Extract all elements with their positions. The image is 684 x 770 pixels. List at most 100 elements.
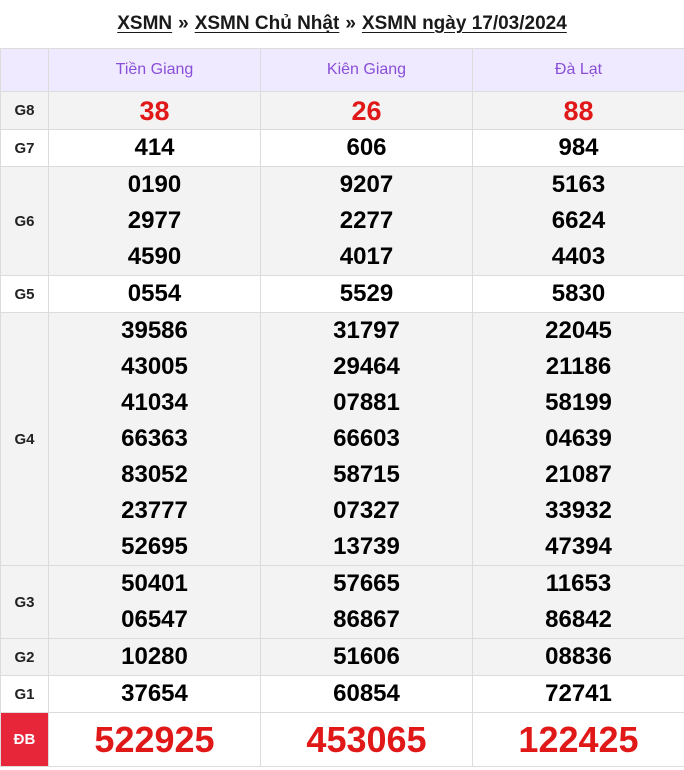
province-header-row: Tiền Giang Kiên Giang Đà Lạt xyxy=(0,48,684,92)
province-header-da-lat[interactable]: Đà Lạt xyxy=(472,48,684,92)
prize-cell: 606 xyxy=(260,129,473,167)
prize-number: 04639 xyxy=(545,425,612,452)
prize-cell: 50401 06547 xyxy=(48,565,261,639)
prize-number: 21087 xyxy=(545,461,612,488)
prize-number: 08836 xyxy=(545,643,612,670)
prize-number: 5830 xyxy=(551,280,606,307)
prize-number: 122425 xyxy=(518,718,639,760)
prize-number: 51606 xyxy=(333,643,400,670)
prize-cell: 57665 86867 xyxy=(260,565,473,639)
prize-row: ĐB 522925 453065 122425 xyxy=(0,712,684,767)
prize-cell: 522925 xyxy=(48,712,261,767)
breadcrumb-link-xsmn-chu-nhat[interactable]: XSMN Chủ Nhật xyxy=(195,13,340,35)
prize-number: 4590 xyxy=(127,243,182,270)
prize-cell: 11653 86842 xyxy=(472,565,684,639)
prize-number: 41034 xyxy=(121,389,188,416)
prize-number: 414 xyxy=(134,134,175,161)
province-header-tien-giang[interactable]: Tiền Giang xyxy=(48,48,261,92)
prize-number: 50401 xyxy=(121,570,188,597)
prize-cell: 984 xyxy=(472,129,684,167)
prize-number: 58715 xyxy=(333,461,400,488)
prize-number: 29464 xyxy=(333,353,400,380)
prize-cell: 26 xyxy=(260,91,473,130)
prize-row: G7 414 606 984 xyxy=(0,129,684,167)
prize-label: G3 xyxy=(0,565,49,639)
prize-row: G1 37654 60854 72741 xyxy=(0,675,684,713)
prize-number: 22045 xyxy=(545,317,612,344)
prize-number: 26 xyxy=(351,95,382,126)
prize-number: 83052 xyxy=(121,461,188,488)
prize-label: G1 xyxy=(0,675,49,713)
breadcrumb-separator: » xyxy=(345,13,356,34)
prize-cell: 5163 6624 4403 xyxy=(472,166,684,276)
prize-number: 2977 xyxy=(127,207,182,234)
prize-number: 66603 xyxy=(333,425,400,452)
prize-cell: 08836 xyxy=(472,638,684,676)
prize-number: 58199 xyxy=(545,389,612,416)
prize-number: 38 xyxy=(139,95,170,126)
prize-number: 72741 xyxy=(545,680,612,707)
breadcrumb-link-xsmn-date[interactable]: XSMN ngày 17/03/2024 xyxy=(362,13,567,35)
prize-label: ĐB xyxy=(0,712,49,767)
prize-cell: 88 xyxy=(472,91,684,130)
prize-number: 0190 xyxy=(127,171,182,198)
prize-number: 606 xyxy=(346,134,387,161)
prize-number: 31797 xyxy=(333,317,400,344)
prize-label: G8 xyxy=(0,91,49,130)
prize-number: 2277 xyxy=(339,207,394,234)
prize-cell: 31797 29464 07881 66603 58715 07327 13739 xyxy=(260,312,473,566)
prize-cell: 414 xyxy=(48,129,261,167)
prize-number: 47394 xyxy=(545,533,612,560)
prize-number: 453065 xyxy=(306,718,427,760)
prize-cell: 0190 2977 4590 xyxy=(48,166,261,276)
prize-number: 11653 xyxy=(545,570,612,597)
header-corner-cell xyxy=(0,48,49,92)
prize-row: G2 10280 51606 08836 xyxy=(0,638,684,676)
prize-cell: 22045 21186 58199 04639 21087 33932 47394 xyxy=(472,312,684,566)
breadcrumb-link-xsmn[interactable]: XSMN xyxy=(117,13,172,35)
prize-number: 37654 xyxy=(121,680,188,707)
prize-number: 9207 xyxy=(339,171,394,198)
prize-cell: 51606 xyxy=(260,638,473,676)
prize-number: 60854 xyxy=(333,680,400,707)
prize-label: G5 xyxy=(0,275,49,313)
results-body: G8 38 26 88 G7 414 606 984 G6 0190 2977 4590 9207 227… xyxy=(0,91,684,767)
prize-number: 66363 xyxy=(121,425,188,452)
prize-number: 5163 xyxy=(551,171,606,198)
prize-number: 10280 xyxy=(121,643,188,670)
prize-number: 06547 xyxy=(121,606,188,633)
prize-number: 984 xyxy=(558,134,599,161)
breadcrumb: XSMN » XSMN Chủ Nhật » XSMN ngày 17/03/2… xyxy=(0,0,684,48)
prize-row: G3 50401 06547 57665 86867 11653 86842 xyxy=(0,565,684,639)
prize-number: 522925 xyxy=(94,718,215,760)
prize-cell: 0554 xyxy=(48,275,261,313)
prize-number: 0554 xyxy=(127,280,182,307)
prize-row: G5 0554 5529 5830 xyxy=(0,275,684,313)
prize-row: G8 38 26 88 xyxy=(0,91,684,130)
prize-number: 86842 xyxy=(545,606,612,633)
prize-cell: 5529 xyxy=(260,275,473,313)
prize-cell: 60854 xyxy=(260,675,473,713)
prize-number: 23777 xyxy=(121,497,188,524)
prize-label: G2 xyxy=(0,638,49,676)
prize-number: 33932 xyxy=(545,497,612,524)
prize-number: 5529 xyxy=(339,280,394,307)
prize-number: 4403 xyxy=(551,243,606,270)
province-header-kien-giang[interactable]: Kiên Giang xyxy=(260,48,473,92)
prize-cell: 9207 2277 4017 xyxy=(260,166,473,276)
prize-number: 07327 xyxy=(333,497,400,524)
breadcrumb-separator: » xyxy=(178,13,189,34)
lottery-results-table: Tiền Giang Kiên Giang Đà Lạt G8 38 26 88 G7 4… xyxy=(0,48,684,767)
prize-number: 6624 xyxy=(551,207,606,234)
prize-row: G6 0190 2977 4590 9207 2277 4017 5163 6624 4403 xyxy=(0,166,684,276)
prize-cell: 38 xyxy=(48,91,261,130)
prize-label: G6 xyxy=(0,166,49,276)
prize-number: 52695 xyxy=(121,533,188,560)
prize-number: 21186 xyxy=(545,353,612,380)
prize-number: 4017 xyxy=(339,243,394,270)
prize-cell: 10280 xyxy=(48,638,261,676)
prize-number: 07881 xyxy=(333,389,400,416)
prize-number: 86867 xyxy=(333,606,400,633)
prize-label: G4 xyxy=(0,312,49,566)
prize-number: 88 xyxy=(563,95,594,126)
